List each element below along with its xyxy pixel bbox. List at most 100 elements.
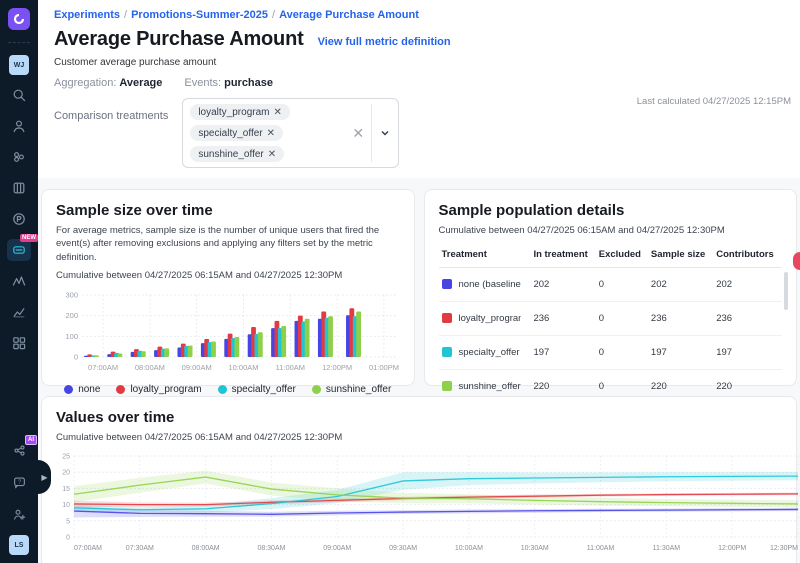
table-cell: 236 <box>648 302 713 336</box>
treatment-tag[interactable]: loyalty_program✕ <box>190 104 290 120</box>
svg-text:09:30AM: 09:30AM <box>389 545 417 552</box>
breadcrumb-experiments[interactable]: Experiments <box>54 9 120 21</box>
svg-text:10:00AM: 10:00AM <box>455 545 483 552</box>
help-chat-icon[interactable]: ? <box>7 471 31 493</box>
treatment-tag-label: sunshine_offer <box>198 149 263 160</box>
table-row: loyalty_program2360236236 <box>439 302 783 336</box>
aggregation-row: Aggregation:Average Events:purchase <box>54 77 790 89</box>
right-edge-tab[interactable] <box>793 252 800 270</box>
breadcrumb-metric-name[interactable]: Average Purchase Amount <box>279 9 419 21</box>
search-icon[interactable] <box>7 84 31 106</box>
remove-tag-icon[interactable]: ✕ <box>267 128 275 139</box>
svg-text:08:00AM: 08:00AM <box>192 545 220 552</box>
legend-dot <box>116 385 125 394</box>
table-cell: 220 <box>713 370 782 404</box>
select-divider <box>371 104 372 162</box>
table-cell: 0 <box>596 336 648 370</box>
table-cell: 202 <box>530 268 595 302</box>
metrics-icon[interactable] <box>7 301 31 323</box>
main-content: Experiments/Promotions-Summer-2025/Avera… <box>38 0 800 563</box>
view-metric-definition-link[interactable]: View full metric definition <box>318 36 451 48</box>
experiments-icon[interactable]: NEW <box>7 239 31 261</box>
ai-badge: AI <box>25 435 37 445</box>
table-row: none (baseline)2020202202 <box>439 268 783 302</box>
table-cell: 197 <box>713 336 782 370</box>
svg-text:0: 0 <box>66 535 70 542</box>
treatment-tags: loyalty_program✕ specialty_offer ✕ sunshi… <box>190 104 342 162</box>
new-badge: NEW <box>20 234 38 242</box>
treatment-swatch <box>442 347 452 357</box>
table-cell: 0 <box>596 268 648 302</box>
sample-size-bar-chart: 010020030007:00AM08:00AM09:00AM10:00AM11… <box>56 289 400 382</box>
breadcrumb-experiment-name[interactable]: Promotions-Summer-2025 <box>131 9 268 21</box>
treatment-tag-label: specialty_offer <box>198 128 262 139</box>
user-avatar[interactable]: LS <box>9 535 29 555</box>
breadcrumb-separator: / <box>124 9 127 21</box>
treatments-multiselect[interactable]: loyalty_program✕ specialty_offer ✕ sunshi… <box>182 98 399 168</box>
svg-text:09:00AM: 09:00AM <box>182 363 212 372</box>
table-row: specialty_offer1970197197 <box>439 336 783 370</box>
values-title: Values over time <box>56 409 782 426</box>
values-over-time-card: Values over time Cumulative between 04/2… <box>41 396 797 563</box>
page-title: Average Purchase Amount <box>54 28 304 51</box>
sample-size-description: For average metrics, sample size is the … <box>56 224 400 264</box>
events-value: purchase <box>224 77 273 89</box>
svg-text:100: 100 <box>65 332 78 341</box>
treatment-tag[interactable]: specialty_offer ✕ <box>190 125 283 141</box>
svg-text:5: 5 <box>66 518 70 525</box>
table-cell: 202 <box>648 268 713 302</box>
treatment-name: loyalty_program <box>459 313 521 324</box>
aggregation-label: Aggregation: <box>54 77 116 89</box>
dashboards-icon[interactable] <box>7 332 31 354</box>
comparison-treatments-row: Comparison treatments loyalty_program✕ s… <box>54 98 790 168</box>
statsig-logo-icon[interactable] <box>8 8 30 30</box>
remove-tag-icon[interactable]: ✕ <box>273 107 281 118</box>
aggregation-value: Average <box>119 77 162 89</box>
svg-text:10:00AM: 10:00AM <box>228 363 258 372</box>
table-cell: 202 <box>713 268 782 302</box>
invite-user-icon[interactable] <box>7 503 31 525</box>
svg-text:20: 20 <box>62 470 70 477</box>
treatment-tag[interactable]: sunshine_offer ✕ <box>190 146 284 162</box>
comparison-treatments-label: Comparison treatments <box>54 98 168 168</box>
users-icon[interactable] <box>7 115 31 137</box>
sample-size-cumulative: Cumulative between 04/27/2025 06:15AM an… <box>56 270 400 281</box>
breadcrumb: Experiments/Promotions-Summer-2025/Avera… <box>54 9 790 21</box>
events-label: Events: <box>184 77 221 89</box>
table-scrollbar[interactable] <box>784 272 788 399</box>
sample-size-title: Sample size over time <box>56 202 400 219</box>
page-header: Experiments/Promotions-Summer-2025/Avera… <box>38 0 800 178</box>
values-cumulative: Cumulative between 04/27/2025 06:15AM an… <box>56 432 782 443</box>
treatment-swatch <box>442 381 452 391</box>
population-title: Sample population details <box>439 202 783 219</box>
workspace-avatar[interactable]: WJ <box>9 55 29 75</box>
ai-assistant-icon[interactable]: AI <box>7 439 31 461</box>
feature-gates-icon[interactable] <box>7 177 31 199</box>
legend-dot <box>312 385 321 394</box>
holdouts-icon[interactable] <box>7 270 31 292</box>
svg-text:07:00AM: 07:00AM <box>74 545 102 552</box>
population-details-card: Sample population details Cumulative bet… <box>424 189 798 386</box>
metric-subtitle: Customer average purchase amount <box>54 57 790 68</box>
remove-tag-icon[interactable]: ✕ <box>268 149 276 160</box>
last-calculated-text: Last calculated 04/27/2025 12:15PM <box>637 96 791 107</box>
col-sample-size: Sample size <box>648 244 713 268</box>
table-cell: 0 <box>596 370 648 404</box>
svg-text:11:00AM: 11:00AM <box>587 545 615 552</box>
scrollbar-thumb[interactable] <box>784 272 788 310</box>
svg-text:11:30AM: 11:30AM <box>653 545 681 552</box>
svg-text:15: 15 <box>62 486 70 493</box>
svg-text:12:00PM: 12:00PM <box>718 545 746 552</box>
svg-text:07:30AM: 07:30AM <box>126 545 154 552</box>
table-cell: 220 <box>648 370 713 404</box>
legend-item: loyalty_program <box>116 384 201 395</box>
values-line-chart: 051015202507:00AM07:30AM08:00AM08:30AM09… <box>56 451 782 560</box>
treatment-swatch <box>442 279 452 289</box>
legend-dot <box>64 385 73 394</box>
table-cell: 197 <box>648 336 713 370</box>
segments-icon[interactable] <box>7 146 31 168</box>
clear-all-icon[interactable]: ✕ <box>352 126 364 140</box>
chevron-down-icon[interactable] <box>379 127 391 139</box>
table-cell: 236 <box>713 302 782 336</box>
pulse-icon[interactable] <box>7 208 31 230</box>
